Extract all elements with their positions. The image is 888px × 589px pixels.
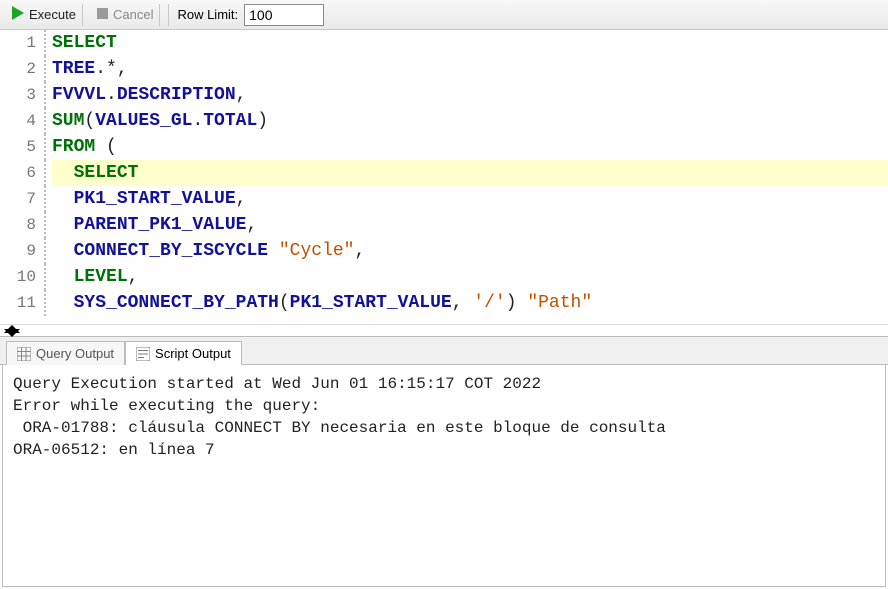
code-line: 10 LEVEL, bbox=[0, 264, 888, 290]
line-number: 8 bbox=[0, 212, 44, 238]
gutter-separator bbox=[44, 30, 46, 56]
code-line: 11 SYS_CONNECT_BY_PATH(PK1_START_VALUE, … bbox=[0, 290, 888, 316]
code-text: TREE.*, bbox=[52, 56, 888, 82]
play-icon bbox=[12, 6, 24, 23]
gutter-separator bbox=[44, 290, 46, 316]
code-text: PARENT_PK1_VALUE, bbox=[52, 212, 888, 238]
gutter-separator bbox=[44, 82, 46, 108]
line-number: 1 bbox=[0, 30, 44, 56]
code-line: 3 FVVVL.DESCRIPTION, bbox=[0, 82, 888, 108]
code-line: 4 SUM(VALUES_GL.TOTAL) bbox=[0, 108, 888, 134]
code-text: SYS_CONNECT_BY_PATH(PK1_START_VALUE, '/'… bbox=[52, 290, 888, 316]
line-number: 5 bbox=[0, 134, 44, 160]
line-number: 10 bbox=[0, 264, 44, 290]
gutter-separator bbox=[44, 264, 46, 290]
code-line: 1 SELECT bbox=[0, 30, 888, 56]
tab-label: Script Output bbox=[155, 346, 231, 361]
cancel-label: Cancel bbox=[113, 7, 153, 22]
output-panel: Query Output Script Output Query Executi… bbox=[0, 336, 888, 589]
code-line: 9 CONNECT_BY_ISCYCLE "Cycle", bbox=[0, 238, 888, 264]
line-number: 6 bbox=[0, 160, 44, 186]
gutter-separator bbox=[44, 56, 46, 82]
code-line: 6 SELECT bbox=[0, 160, 888, 186]
code-text: SELECT bbox=[52, 30, 888, 56]
line-number: 9 bbox=[0, 238, 44, 264]
code-text: CONNECT_BY_ISCYCLE "Cycle", bbox=[52, 238, 888, 264]
tab-script-output[interactable]: Script Output bbox=[125, 341, 242, 365]
code-text: FVVVL.DESCRIPTION, bbox=[52, 82, 888, 108]
gutter-separator bbox=[44, 212, 46, 238]
row-limit-input[interactable] bbox=[244, 4, 324, 26]
code-line: 2 TREE.*, bbox=[0, 56, 888, 82]
gutter-separator bbox=[44, 134, 46, 160]
line-number: 4 bbox=[0, 108, 44, 134]
line-number: 2 bbox=[0, 56, 44, 82]
stop-icon bbox=[97, 7, 108, 22]
code-editor[interactable]: 1 SELECT 2 TREE.*, 3 FVVVL.DESCRIPTION, 4 SUM(V… bbox=[0, 30, 888, 324]
code-text: FROM ( bbox=[52, 134, 888, 160]
cancel-button[interactable]: Cancel bbox=[91, 4, 160, 26]
code-lines: 1 SELECT 2 TREE.*, 3 FVVVL.DESCRIPTION, 4 SUM(V… bbox=[0, 30, 888, 316]
editor-fade bbox=[0, 316, 888, 324]
code-text: SELECT bbox=[52, 160, 888, 186]
tab-query-output[interactable]: Query Output bbox=[6, 341, 125, 365]
gutter-separator bbox=[44, 160, 46, 186]
execute-button[interactable]: Execute bbox=[6, 4, 83, 26]
line-number: 3 bbox=[0, 82, 44, 108]
sql-editor-app: Execute Cancel Row Limit: 1 SELECT 2 TREE.*… bbox=[0, 0, 888, 589]
output-body[interactable]: Query Execution started at Wed Jun 01 16… bbox=[2, 365, 886, 587]
row-limit-label: Row Limit: bbox=[177, 7, 238, 22]
grid-icon bbox=[17, 347, 31, 361]
output-tabs: Query Output Script Output bbox=[0, 337, 888, 365]
line-number: 11 bbox=[0, 290, 44, 316]
gutter-separator bbox=[44, 186, 46, 212]
code-text: PK1_START_VALUE, bbox=[52, 186, 888, 212]
toolbar: Execute Cancel Row Limit: bbox=[0, 0, 888, 30]
code-line: 7 PK1_START_VALUE, bbox=[0, 186, 888, 212]
line-number: 7 bbox=[0, 186, 44, 212]
code-line: 8 PARENT_PK1_VALUE, bbox=[0, 212, 888, 238]
gutter-separator bbox=[44, 108, 46, 134]
tab-label: Query Output bbox=[36, 346, 114, 361]
row-limit-group: Row Limit: bbox=[168, 4, 324, 26]
code-text: LEVEL, bbox=[52, 264, 888, 290]
lines-icon bbox=[136, 347, 150, 361]
code-text: SUM(VALUES_GL.TOTAL) bbox=[52, 108, 888, 134]
splitter-handle[interactable] bbox=[0, 324, 888, 336]
execute-label: Execute bbox=[29, 7, 76, 22]
gutter-separator bbox=[44, 238, 46, 264]
code-line: 5 FROM ( bbox=[0, 134, 888, 160]
